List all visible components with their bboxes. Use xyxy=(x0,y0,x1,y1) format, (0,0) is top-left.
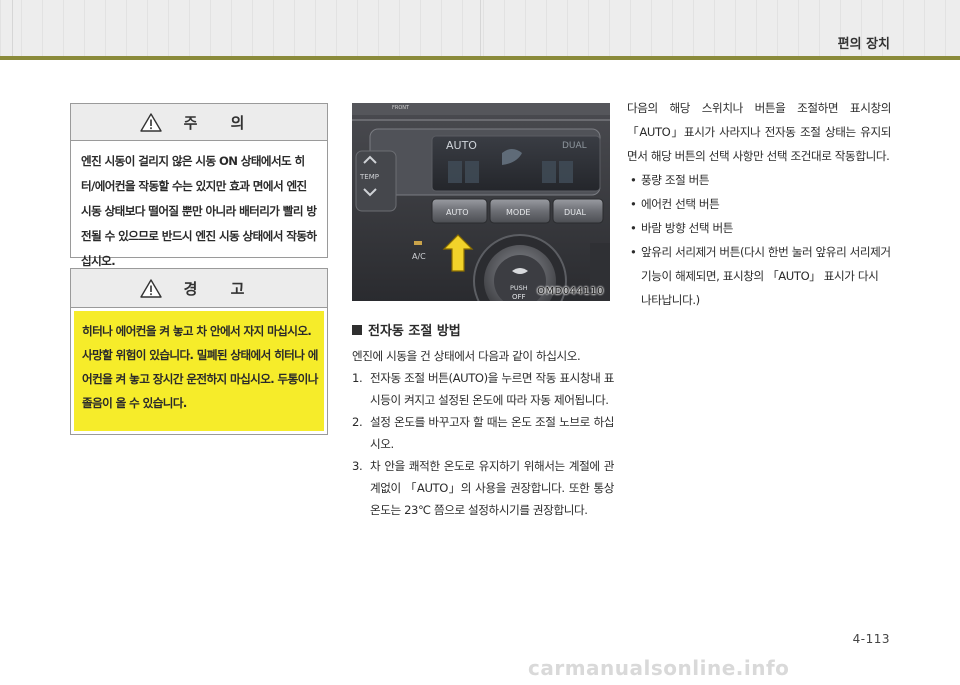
step-item: 2. 설정 온도를 바꾸고자 할 때는 온도 조절 노브로 하십시오. xyxy=(352,411,614,455)
auto-control-heading: 전자동 조절 방법 xyxy=(352,320,614,339)
display-dual-label: DUAL xyxy=(562,141,587,151)
caution-box: 주 의 엔진 시동이 걸리지 않은 시동 ON 상태에서도 히터/에어컨을 작동… xyxy=(70,103,328,268)
front-label: FRONT xyxy=(392,105,410,111)
mode-button-label: MODE xyxy=(506,208,530,217)
dual-button-label: DUAL xyxy=(564,208,586,217)
warning-header: 경 고 xyxy=(71,269,327,308)
step-number: 3. xyxy=(352,459,363,473)
override-list-item: • 에어컨 선택 버튼 xyxy=(627,192,891,216)
bullet-dot-icon: • xyxy=(630,221,637,235)
caution-header: 주 의 xyxy=(71,104,327,141)
override-list-item: • 풍량 조절 버튼 xyxy=(627,168,891,192)
figure-code: OMD044110 xyxy=(537,286,604,297)
override-list-item: • 앞유리 서리제거 버튼(다시 한번 눌러 앞유리 서리제거 기능이 해제되면… xyxy=(627,240,891,312)
override-item-text: 에어컨 선택 버튼 xyxy=(641,197,720,211)
step-text: 설정 온도를 바꾸고자 할 때는 온도 조절 노브로 하십시오. xyxy=(370,415,614,451)
temp-label: TEMP xyxy=(359,173,379,181)
push-label: PUSH xyxy=(510,284,528,292)
step-item: 3. 차 안을 쾌적한 온도로 유지하기 위해서는 계절에 관계없이 「AUTO… xyxy=(352,455,614,521)
page-number: 4-113 xyxy=(852,632,890,646)
auto-override-intro: 다음의 해당 스위치나 버튼을 조절하면 표시창의 「AUTO」표시가 사라지나… xyxy=(627,101,891,163)
auto-control-section: 전자동 조절 방법 엔진에 시동을 건 상태에서 다음과 같이 하십시오. 1.… xyxy=(352,320,614,521)
watermark: carmanualsonline.info xyxy=(528,656,790,680)
ac-label: A/C xyxy=(412,252,426,261)
off-label: OFF xyxy=(512,293,526,301)
step-text: 차 안을 쾌적한 온도로 유지하기 위해서는 계절에 관계없이 「AUTO」의 … xyxy=(370,459,614,517)
override-item-text: 바람 방향 선택 버튼 xyxy=(641,221,733,235)
step-number: 2. xyxy=(352,415,363,429)
warning-title: 경 고 xyxy=(183,279,259,298)
warning-triangle-icon xyxy=(139,112,162,132)
display-auto-label: AUTO xyxy=(446,139,477,152)
warning-box: 경 고 히터나 에어컨을 켜 놓고 차 안에서 자지 마십시오. 사망할 위험이… xyxy=(70,268,328,435)
header-bar: 편의 장치 xyxy=(0,0,960,56)
section-title: 편의 장치 xyxy=(837,37,890,52)
header-divider xyxy=(12,0,13,56)
header-rule xyxy=(0,56,960,60)
climate-control-photo: FRONT AUTO DUAL TEMP AUTO MODE DUAL A/C … xyxy=(352,103,610,301)
caution-title: 주 의 xyxy=(183,113,259,132)
step-number: 1. xyxy=(352,371,363,385)
auto-override-section: 다음의 해당 스위치나 버튼을 조절하면 표시창의 「AUTO」표시가 사라지나… xyxy=(627,96,891,312)
bullet-dot-icon: • xyxy=(630,173,637,187)
override-item-text: 앞유리 서리제거 버튼(다시 한번 눌러 앞유리 서리제거 기능이 해제되면, … xyxy=(641,245,891,307)
auto-button-label: AUTO xyxy=(446,208,469,217)
auto-control-heading-text: 전자동 조절 방법 xyxy=(368,324,461,339)
square-bullet-icon xyxy=(352,324,362,335)
override-item-text: 풍량 조절 버튼 xyxy=(641,173,710,187)
warning-text: 히터나 에어컨을 켜 놓고 차 안에서 자지 마십시오. 사망할 위험이 있습니… xyxy=(74,311,324,431)
auto-control-intro: 엔진에 시동을 건 상태에서 다음과 같이 하십시오. xyxy=(352,349,581,363)
step-text: 전자동 조절 버튼(AUTO)을 누르면 작동 표시창내 표시등이 켜지고 설정… xyxy=(370,371,614,407)
override-list-item: • 바람 방향 선택 버튼 xyxy=(627,216,891,240)
bullet-dot-icon: • xyxy=(630,245,637,259)
bullet-dot-icon: • xyxy=(630,197,637,211)
warning-triangle-icon xyxy=(139,278,162,298)
header-divider xyxy=(480,0,481,56)
climate-panel-illustration: FRONT AUTO DUAL TEMP AUTO MODE DUAL A/C … xyxy=(352,103,610,301)
step-item: 1. 전자동 조절 버튼(AUTO)을 누르면 작동 표시창내 표시등이 켜지고… xyxy=(352,367,614,411)
caution-text: 엔진 시동이 걸리지 않은 시동 ON 상태에서도 히터/에어컨을 작동할 수는… xyxy=(81,154,317,268)
